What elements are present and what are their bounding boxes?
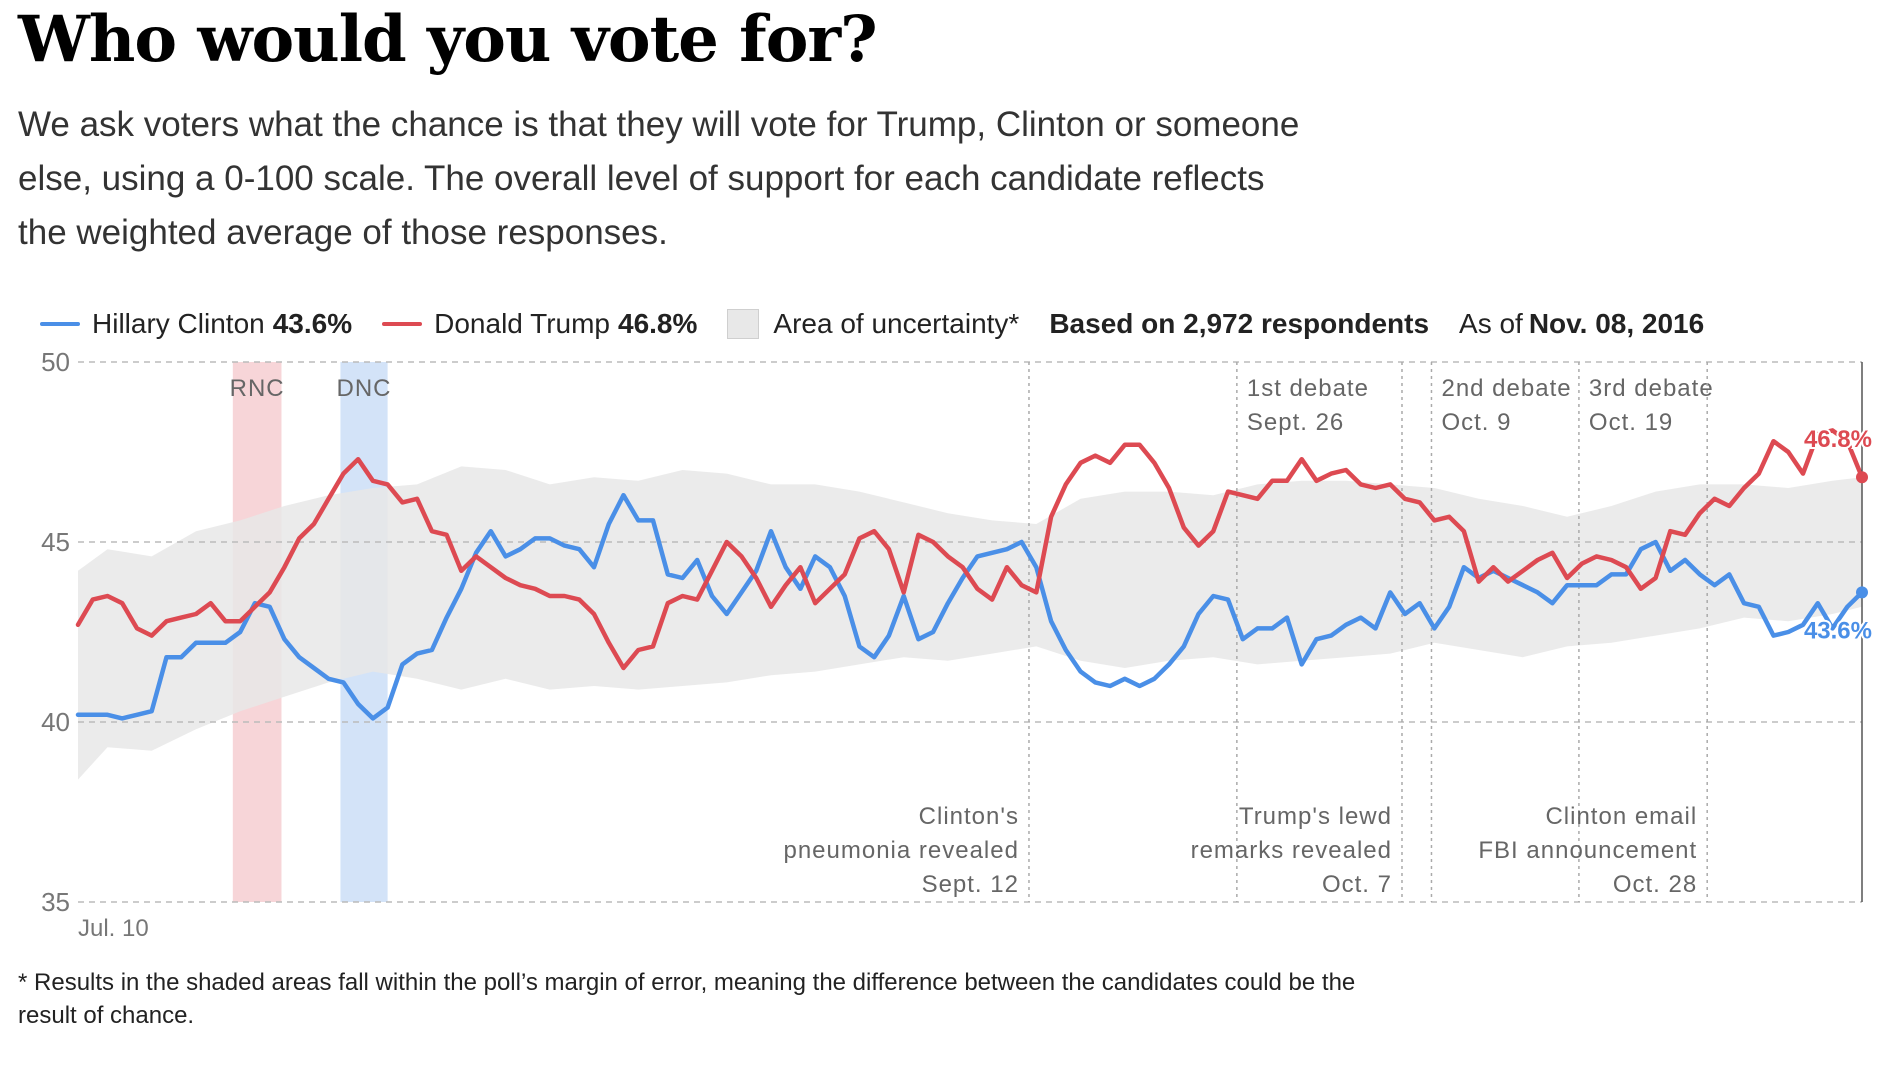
footnote: * Results in the shaded areas fall withi… — [18, 969, 1356, 1029]
legend-trump: Donald Trump 46.8% — [382, 308, 697, 340]
convention-label: RNC — [230, 375, 285, 402]
event-annotation-text: Trump's lewd — [1239, 803, 1392, 830]
y-tick-label: 35 — [41, 887, 70, 917]
event-annotation-text: Clinton's — [919, 803, 1019, 830]
chart-title: Who would you vote for? — [18, 2, 878, 77]
legend-uncertainty-swatch — [727, 309, 760, 339]
legend-uncertainty-label: Area of uncertainty* — [773, 308, 1020, 339]
legend-respondents: Based on 2,972 respondents — [1049, 308, 1430, 339]
chart-subtitle: We ask voters what the chance is that th… — [18, 105, 1300, 252]
y-tick-label: 45 — [41, 527, 70, 557]
legend-uncertainty: Area of uncertainty* — [727, 308, 1019, 340]
event-annotation-text: Oct. 7 — [1322, 871, 1392, 898]
x-tick-label: Jul. 10 — [78, 915, 149, 942]
event-annotation-text: pneumonia revealed — [783, 837, 1019, 864]
legend-asof: As of Nov. 08, 2016 — [1459, 308, 1704, 340]
legend-clinton-swatch — [40, 322, 80, 326]
event-annotation-text: Oct. 9 — [1441, 409, 1511, 436]
event-annotation-text: remarks revealed — [1191, 837, 1392, 864]
legend-asof-label: As of — [1459, 308, 1523, 339]
legend-clinton: Hillary Clinton 43.6% — [40, 308, 352, 340]
event-annotation-text: Sept. 26 — [1247, 409, 1344, 436]
series-end-label: 43.6% — [1804, 617, 1872, 644]
legend-clinton-value: 43.6% — [272, 308, 353, 339]
event-annotation-text: FBI announcement — [1478, 837, 1697, 864]
event-annotation-text: Sept. 12 — [922, 871, 1019, 898]
legend-asof-date: Nov. 08, 2016 — [1528, 308, 1705, 339]
chart-legend: Hillary Clinton 43.6% Donald Trump 46.8%… — [40, 304, 1880, 344]
series-end-dot — [1856, 471, 1868, 484]
y-tick-label: 50 — [41, 350, 70, 377]
legend-trump-value: 46.8% — [618, 308, 698, 339]
legend-trump-swatch — [382, 322, 423, 326]
event-annotation-text: 1st debate — [1247, 375, 1369, 402]
event-annotation-text: Clinton email — [1545, 803, 1697, 830]
y-tick-label: 40 — [41, 707, 70, 737]
event-annotation-text: 2nd debate — [1441, 375, 1571, 402]
event-annotation-text: Oct. 19 — [1589, 409, 1673, 436]
event-annotation-text: Oct. 28 — [1613, 871, 1697, 898]
series-end-label: 46.8% — [1804, 426, 1872, 453]
convention-label: DNC — [337, 375, 392, 402]
series-end-dot — [1856, 586, 1868, 599]
event-annotation-text: 3rd debate — [1589, 375, 1714, 402]
legend-clinton-name: Hillary Clinton — [92, 308, 265, 339]
legend-trump-name: Donald Trump — [434, 308, 610, 339]
line-chart: 35 40 45 50 RNC DNC Clinton's pneumonia reveale… — [41, 350, 1874, 942]
